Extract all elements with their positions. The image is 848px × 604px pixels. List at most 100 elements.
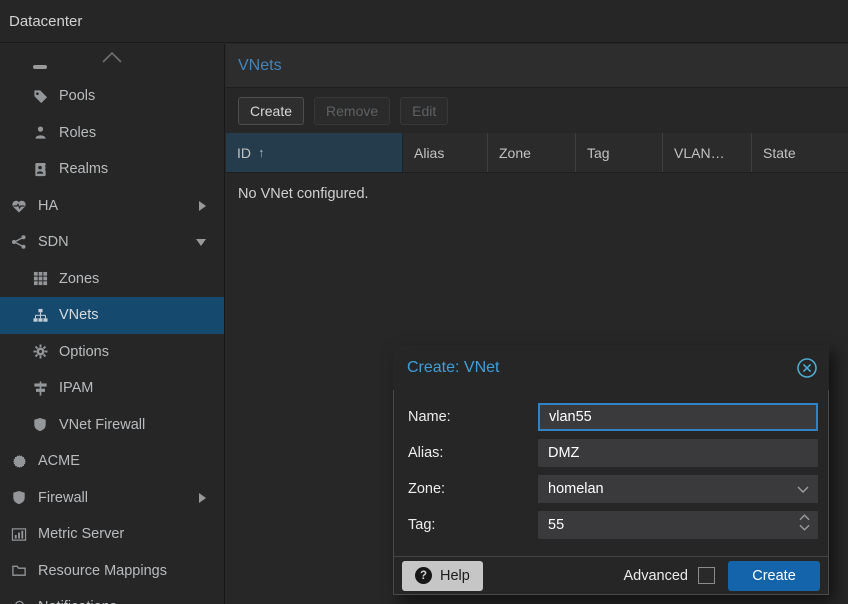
sidebar-item-ha[interactable]: HA xyxy=(0,188,224,225)
bell-icon xyxy=(11,599,27,604)
table-header-row: ID ↑ Alias Zone Tag VLAN… State xyxy=(226,133,848,173)
empty-table-message: No VNet configured. xyxy=(226,173,848,202)
proxmox-datacenter-screen: Datacenter Pools Roles Realms xyxy=(0,0,848,604)
shield-icon xyxy=(32,417,48,433)
dialog-create-button[interactable]: Create xyxy=(728,561,820,591)
alias-field-wrap xyxy=(538,439,818,467)
sidebar-item-acme[interactable]: ACME xyxy=(0,443,224,480)
share-nodes-icon xyxy=(11,234,27,250)
page-title: Datacenter xyxy=(0,13,82,30)
sidebar-item-roles[interactable]: Roles xyxy=(0,115,224,152)
sidebar-item-label: HA xyxy=(38,198,58,214)
name-field[interactable] xyxy=(538,403,818,431)
sidebar-item-firewall[interactable]: Firewall xyxy=(0,480,224,517)
tag-spinner-wrap xyxy=(538,511,818,539)
sidebar-item-metric-server[interactable]: Metric Server xyxy=(0,516,224,553)
sidebar-item-label: Pools xyxy=(59,88,95,104)
user-icon xyxy=(32,125,48,141)
advanced-checkbox[interactable] xyxy=(698,567,715,584)
tag-field[interactable] xyxy=(538,511,818,539)
column-header-id[interactable]: ID ↑ xyxy=(226,133,403,172)
sidebar-item-partial[interactable] xyxy=(0,44,224,78)
sidebar-item-vnet-firewall[interactable]: VNet Firewall xyxy=(0,407,224,444)
sidebar-item-label: Zones xyxy=(59,271,99,287)
dialog-header[interactable]: Create: VNet xyxy=(393,345,829,390)
sitemap-icon xyxy=(32,307,48,323)
sidebar-item-notifications[interactable]: Notifications xyxy=(0,589,224,604)
help-button[interactable]: ? Help xyxy=(402,561,483,591)
remove-button[interactable]: Remove xyxy=(314,97,390,125)
sidebar-item-realms[interactable]: Realms xyxy=(0,151,224,188)
sidebar-item-label: VNets xyxy=(59,307,99,323)
chevron-up-icon xyxy=(100,50,124,64)
toolbar: Create Remove Edit xyxy=(226,88,848,133)
footer-right-group: Advanced Create xyxy=(624,561,821,591)
dialog-footer: ? Help Advanced Create xyxy=(394,556,828,594)
form-row-alias: Alias: xyxy=(408,439,828,467)
alias-label: Alias: xyxy=(408,445,538,461)
panel-header: VNets xyxy=(226,44,848,88)
dialog-title: Create: VNet xyxy=(393,359,795,377)
folder-icon xyxy=(11,563,27,579)
chevron-down-icon xyxy=(196,239,206,246)
sidebar-item-ipam[interactable]: IPAM xyxy=(0,370,224,407)
question-circle-icon: ? xyxy=(415,567,432,584)
sidebar-item-label: VNet Firewall xyxy=(59,417,145,433)
create-button[interactable]: Create xyxy=(238,97,304,125)
sidebar-item-options[interactable]: Options xyxy=(0,334,224,371)
zone-label: Zone: xyxy=(408,481,538,497)
sidebar-item-label: Options xyxy=(59,344,109,360)
form-row-tag: Tag: xyxy=(408,511,828,539)
sort-asc-icon: ↑ xyxy=(258,145,265,160)
panel-title: VNets xyxy=(226,57,282,75)
dialog-form: Name: Alias: Zone: xyxy=(394,390,828,556)
sidebar-item-label: Notifications xyxy=(38,599,117,604)
dash-icon xyxy=(33,65,47,69)
create-vnet-dialog: Create: VNet Name: Alias: xyxy=(393,345,829,595)
edit-button[interactable]: Edit xyxy=(400,97,448,125)
signpost-icon xyxy=(32,380,48,396)
column-header-tag[interactable]: Tag xyxy=(576,133,663,172)
name-label: Name: xyxy=(408,409,538,425)
help-button-label: Help xyxy=(440,568,470,584)
name-field-wrap xyxy=(538,403,818,431)
chevron-right-icon xyxy=(199,493,206,503)
advanced-label: Advanced xyxy=(624,568,689,584)
sidebar-item-label: Firewall xyxy=(38,490,88,506)
zone-select-wrap xyxy=(538,475,818,503)
column-header-state[interactable]: State xyxy=(752,133,848,172)
column-header-alias[interactable]: Alias xyxy=(403,133,488,172)
tag-icon xyxy=(32,88,48,104)
top-bar: Datacenter xyxy=(0,0,848,43)
sidebar-item-resource-mappings[interactable]: Resource Mappings xyxy=(0,553,224,590)
sidebar-item-label: IPAM xyxy=(59,380,93,396)
form-row-name: Name: xyxy=(408,403,828,431)
column-header-vlanaware[interactable]: VLAN… xyxy=(663,133,752,172)
zone-select[interactable] xyxy=(538,475,818,503)
grid-icon xyxy=(32,271,48,287)
sidebar-item-label: ACME xyxy=(38,453,80,469)
sidebar-item-label: Resource Mappings xyxy=(38,563,167,579)
sidebar-item-label: Realms xyxy=(59,161,108,177)
sidebar-item-label: SDN xyxy=(38,234,69,250)
column-header-zone[interactable]: Zone xyxy=(488,133,576,172)
alias-field[interactable] xyxy=(538,439,818,467)
circle-x-icon[interactable] xyxy=(795,356,819,380)
sidebar-item-sdn[interactable]: SDN xyxy=(0,224,224,261)
sidebar-item-label: Metric Server xyxy=(38,526,124,542)
address-book-icon xyxy=(32,161,48,177)
badge-icon xyxy=(11,453,27,469)
sidebar-item-label: Roles xyxy=(59,125,96,141)
heartbeat-icon xyxy=(11,198,27,214)
shield-icon xyxy=(11,490,27,506)
sidebar-item-zones[interactable]: Zones xyxy=(0,261,224,298)
sidebar-nav: Pools Roles Realms HA xyxy=(0,44,225,604)
chevron-right-icon xyxy=(199,201,206,211)
tag-label: Tag: xyxy=(408,517,538,533)
bar-chart-icon xyxy=(11,526,27,542)
sidebar-item-vnets[interactable]: VNets xyxy=(0,297,224,334)
sidebar-item-pools[interactable]: Pools xyxy=(0,78,224,115)
form-row-zone: Zone: xyxy=(408,475,828,503)
gear-icon xyxy=(32,344,48,360)
dialog-body: Name: Alias: Zone: xyxy=(393,390,829,595)
